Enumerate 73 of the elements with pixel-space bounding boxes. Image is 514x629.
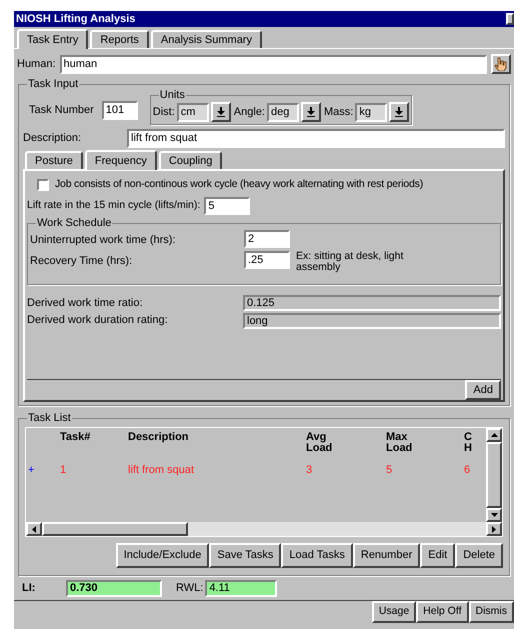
dropdown-button[interactable] — [301, 102, 321, 122]
tab[interactable]: Reports — [90, 30, 149, 48]
vertical-scrollbar[interactable] — [486, 428, 502, 522]
task-button[interactable]: Save Tasks — [209, 543, 282, 568]
column-header: Description — [128, 432, 189, 443]
table-cell-text: 5 — [386, 463, 394, 478]
up-arrow-icon — [490, 433, 498, 437]
derived-label: Derived work duration rating: — [27, 313, 169, 328]
task-number-field[interactable]: 101 — [102, 100, 138, 120]
row-marker: + — [27, 463, 36, 478]
checkbox-label: Job consists of non-continous work cycle (heavy work alternating with rest periods) — [55, 177, 423, 192]
footer-button[interactable]: Dismis — [468, 601, 514, 623]
dropdown-button[interactable] — [389, 102, 410, 122]
task-button[interactable]: Edit — [420, 543, 456, 568]
tab[interactable]: Analysis Summary — [150, 30, 262, 48]
tab[interactable]: Task Entry — [17, 29, 88, 49]
dropdown-button[interactable] — [210, 102, 231, 122]
left-arrow-icon — [32, 526, 36, 532]
human-label: Human: — [17, 56, 56, 72]
derived-field: long — [243, 312, 501, 328]
pointer-button[interactable] — [491, 54, 511, 74]
li-field: 0.730 — [66, 580, 162, 597]
down-arrow-icon — [216, 107, 226, 117]
unit-dropdown[interactable]: kg — [355, 102, 388, 122]
task-button[interactable]: Load Tasks — [281, 543, 353, 568]
horizontal-scrollbar[interactable] — [26, 522, 502, 536]
column-header: Task# — [60, 432, 90, 443]
table-cell-text: 3 — [306, 463, 314, 478]
column-header: C H — [464, 432, 472, 454]
table-cell-text: 6 — [464, 463, 472, 478]
hand-icon — [494, 57, 508, 71]
description-field[interactable]: lift from squat — [127, 129, 505, 148]
schedule-field[interactable]: .25 — [244, 251, 290, 270]
window-title: NIOSH Lifting Analysis — [16, 12, 136, 27]
tab[interactable]: Frequency — [84, 150, 157, 170]
human-field[interactable]: human — [60, 54, 487, 74]
task-button[interactable]: Renumber — [352, 543, 420, 568]
unit-label: Mass: — [324, 104, 354, 120]
description-label: Description: — [23, 131, 82, 146]
rwl-label: RWL: — [176, 581, 204, 596]
unit-label: Dist: — [152, 104, 175, 120]
unit-label: Angle: — [234, 104, 265, 120]
footer-button[interactable]: Help Off — [416, 601, 468, 623]
group-title: Task Input — [27, 77, 80, 91]
schedule-field[interactable]: 2 — [244, 230, 290, 248]
tab[interactable]: Coupling — [158, 151, 222, 169]
example-note: Ex: sitting at desk, light assembly — [296, 251, 404, 274]
table-cell-text: lift from squat — [128, 463, 196, 478]
task-number-label: Task Number — [29, 102, 94, 118]
column-header: Avg Load — [306, 432, 332, 454]
lift-rate-label: Lift rate in the 15 min cycle (lifts/min): — [27, 198, 200, 213]
tab[interactable]: Posture — [25, 151, 83, 169]
unit-dropdown[interactable]: cm — [176, 102, 209, 122]
table-cell-text: 1 — [60, 463, 68, 478]
derived-label: Derived work time ratio: — [27, 296, 144, 311]
task-button[interactable]: Delete — [455, 543, 503, 568]
checkbox[interactable] — [37, 178, 49, 191]
task-button[interactable]: Include/Exclude — [116, 543, 210, 568]
column-header: Max Load — [386, 432, 412, 454]
li-label: LI: — [22, 581, 36, 596]
footer-button[interactable]: Usage — [372, 601, 416, 623]
right-arrow-icon — [492, 526, 496, 532]
schedule-label: Uninterrupted work time (hrs): — [30, 232, 176, 248]
schedule-label: Recovery Time (hrs): — [30, 254, 134, 270]
down-arrow-icon — [490, 513, 498, 517]
down-arrow-icon — [306, 107, 316, 117]
down-arrow-icon — [394, 107, 404, 117]
rwl-field: 4.11 — [205, 580, 278, 597]
derived-field: 0.125 — [243, 295, 501, 311]
close-button[interactable] — [506, 13, 514, 25]
lift-rate-field[interactable]: 5 — [204, 196, 250, 215]
add-button[interactable]: Add — [465, 380, 501, 400]
unit-dropdown[interactable]: deg — [267, 102, 299, 122]
